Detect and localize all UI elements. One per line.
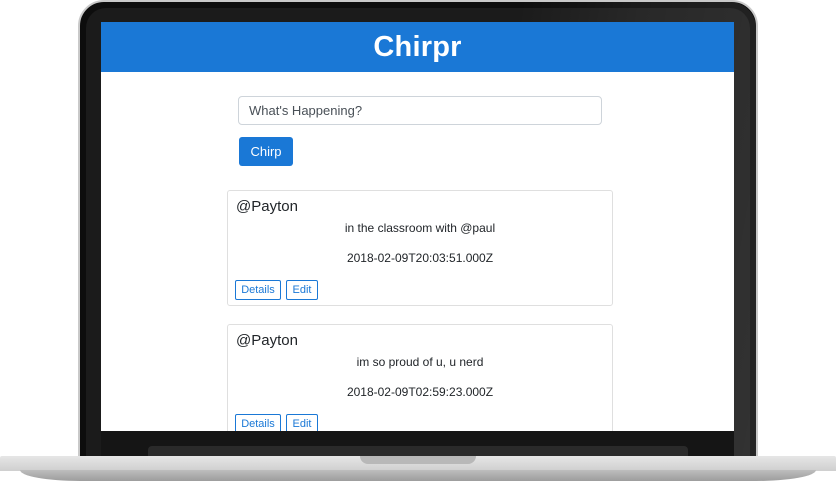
chirp-username: @Payton	[236, 332, 298, 349]
chirp-button[interactable]: Chirp	[239, 137, 293, 166]
chirp-card: @Payton im so proud of u, u nerd 2018-02…	[227, 324, 613, 431]
laptop-base-bottom	[20, 470, 816, 481]
chirp-input[interactable]	[238, 96, 602, 125]
browser-viewport: Chirpr Chirp @Payton in the classroom wi…	[101, 22, 734, 431]
edit-button[interactable]: Edit	[286, 280, 318, 300]
laptop-notch	[360, 456, 476, 464]
chirp-username: @Payton	[236, 198, 298, 215]
chirp-timestamp: 2018-02-09T02:59:23.000Z	[346, 385, 494, 399]
app-header: Chirpr	[101, 22, 734, 72]
laptop-mockup: Chirpr Chirp @Payton in the classroom wi…	[0, 0, 836, 481]
chirp-text: im so proud of u, u nerd	[356, 355, 484, 369]
chirp-timestamp: 2018-02-09T20:03:51.000Z	[346, 251, 494, 265]
edit-button[interactable]: Edit	[286, 414, 318, 431]
details-button[interactable]: Details	[235, 280, 281, 300]
details-button[interactable]: Details	[235, 414, 281, 431]
chirp-card: @Payton in the classroom with @paul 2018…	[227, 190, 613, 306]
app-title: Chirpr	[373, 30, 462, 63]
chirp-text: in the classroom with @paul	[344, 221, 496, 235]
